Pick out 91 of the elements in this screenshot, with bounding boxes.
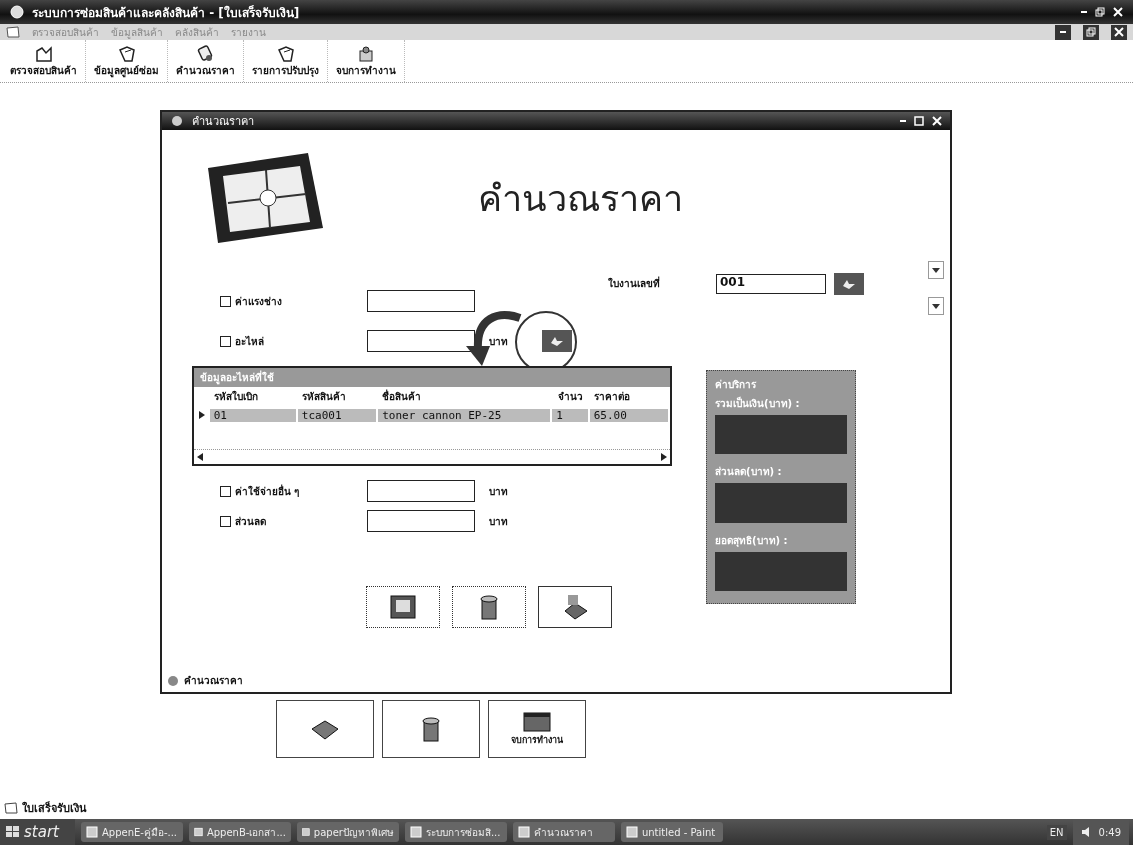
column-header[interactable]: จำนว — [554, 388, 590, 404]
clear-button[interactable] — [382, 700, 480, 758]
language-indicator[interactable]: EN — [1046, 824, 1067, 840]
scroll-right-icon[interactable] — [661, 453, 667, 461]
row-pointer-icon — [198, 411, 205, 419]
status-text: คำนวณราคา — [184, 674, 243, 688]
app-icon — [10, 5, 24, 19]
pick-button[interactable] — [542, 330, 572, 352]
toolbar-button[interactable]: รายการปรับปรุง — [244, 40, 328, 82]
toolbar-button[interactable]: ตรวจสอบสินค้า — [2, 40, 86, 82]
window-icon — [301, 826, 310, 838]
toolbar-button[interactable]: จบการทำงาน — [328, 40, 405, 82]
book-icon — [275, 44, 296, 63]
table-cell: 1 — [552, 408, 588, 422]
clock: 0:49 — [1098, 826, 1121, 838]
status-text: ใบเสร็จรับเงิน — [22, 800, 87, 817]
box-icon — [33, 44, 54, 63]
taskbar-button[interactable]: untitled - Paint — [620, 822, 723, 842]
table-cell: tca001 — [297, 408, 377, 422]
checkbox[interactable] — [220, 335, 231, 347]
grid-row[interactable]: 01 tca001 toner cannon EP-25 1 65.00 — [194, 405, 670, 425]
restore-button[interactable] — [1083, 24, 1099, 40]
summary-label: รวมเป็นเงิน(บาท) : — [715, 396, 801, 411]
window-icon — [409, 826, 422, 838]
toolbar-button[interactable]: ข้อมูลศูนย์ซ่อม — [86, 40, 168, 82]
unit-label: บาท — [489, 334, 508, 349]
maximize-icon[interactable] — [914, 116, 924, 126]
option-label: อะไหล่ — [235, 334, 265, 349]
unit-label: บาท — [489, 514, 508, 529]
window-icon — [522, 711, 552, 733]
table-cell: toner cannon EP-25 — [378, 408, 551, 422]
option-label: ค่าใช้จ่ายอื่น ๆ — [235, 483, 301, 499]
summary-label: ยอดสุทธิ(บาท) : — [715, 533, 789, 548]
job-number-label: ใบงานเลขที่ — [608, 276, 660, 291]
amount-field[interactable] — [367, 330, 475, 352]
taskbar-button[interactable]: paperปัญหาพิเศษ — [296, 822, 399, 842]
horizontal-scrollbar[interactable] — [194, 449, 670, 464]
table-cell: 65.00 — [589, 408, 668, 422]
exit-button[interactable] — [538, 586, 612, 628]
job-number-field[interactable]: 001 — [716, 274, 826, 294]
dropdown-arrow-icon — [932, 303, 940, 309]
taskbar-button[interactable]: AppenE-คู่มือ-... — [80, 822, 183, 842]
checkbox[interactable] — [220, 515, 231, 527]
amount-field[interactable] — [367, 290, 475, 312]
window-icon — [193, 826, 203, 838]
document-icon — [6, 26, 20, 38]
column-header[interactable]: ชื่อสินค้า — [378, 388, 554, 404]
option-label: ส่วนลด — [235, 514, 267, 529]
exit-icon — [356, 44, 376, 63]
window-icon — [85, 826, 98, 838]
toolbar-button[interactable]: คำนวณราคา — [168, 40, 244, 82]
option-label: ค่าแรงช่าง — [235, 294, 283, 309]
amount-field[interactable] — [367, 480, 475, 502]
column-header[interactable]: รหัสใบเบิก — [210, 388, 298, 404]
grid-caption: ข้อมูลอะไหล่ที่ใช้ — [194, 368, 670, 387]
close-icon[interactable] — [1113, 7, 1123, 17]
taskbar-button[interactable]: ระบบการซ่อมสิ... — [404, 822, 507, 842]
print-button[interactable] — [276, 700, 374, 758]
summary-label: ส่วนลด(บาท) : — [715, 465, 783, 480]
book-icon — [116, 44, 137, 63]
window-icon — [517, 826, 530, 838]
search-button[interactable] — [834, 273, 864, 295]
dropdown-arrow-icon — [932, 267, 940, 273]
summary-title: ค่าบริการ — [715, 378, 757, 392]
amount-field[interactable] — [367, 510, 475, 532]
end-button[interactable]: จบการทำงาน — [488, 700, 586, 758]
window-title: ระบบการซ่อมสินค้าและคลังสินค้า - [ใบเสร็จรับเงิน] — [32, 4, 300, 22]
dropdown-button[interactable] — [928, 297, 944, 315]
minimize-button[interactable] — [1055, 24, 1071, 40]
column-header[interactable]: ราคาต่อ — [590, 388, 670, 404]
start-button[interactable]: start — [0, 819, 75, 845]
close-icon — [1114, 27, 1124, 37]
checkbox[interactable] — [220, 295, 231, 307]
close-button[interactable] — [1111, 24, 1127, 40]
close-icon[interactable] — [932, 116, 942, 126]
dropdown-button[interactable] — [928, 261, 944, 279]
scroll-left-icon[interactable] — [197, 453, 203, 461]
document-icon — [4, 802, 18, 814]
taskbar-button[interactable]: คำนวณราคา — [512, 822, 615, 842]
calculate-button[interactable] — [366, 586, 440, 628]
window-icon — [625, 826, 638, 838]
table-cell: 01 — [209, 408, 296, 422]
checkbox[interactable] — [220, 485, 231, 497]
form-heading: คำนวณราคา — [478, 176, 683, 221]
clear-button[interactable] — [452, 586, 526, 628]
unit-label: บาท — [489, 484, 508, 499]
minimize-icon — [1060, 31, 1066, 33]
taskbar-button[interactable]: AppenB-เอกสา... — [188, 822, 291, 842]
child-window-title: คำนวณราคา — [192, 114, 254, 130]
column-header[interactable]: รหัสสินค้า — [298, 388, 378, 404]
windows-logo-icon — [6, 826, 20, 838]
